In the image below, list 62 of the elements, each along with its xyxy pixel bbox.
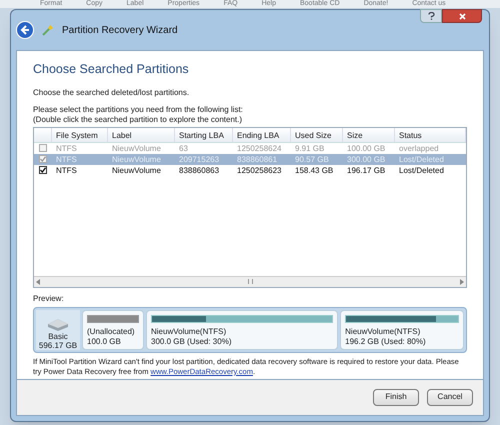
scrollbar-grip-icon <box>248 279 252 284</box>
back-arrow-icon <box>20 25 30 35</box>
help-icon <box>428 12 434 20</box>
table-cell-text: NTFS <box>55 154 78 165</box>
close-icon <box>458 12 466 20</box>
table-cell-text: 158.43 GB <box>294 164 334 176</box>
table-cell-text: 63 <box>178 142 189 154</box>
partition-block[interactable]: (Unallocated) 100.0 GB <box>82 310 144 350</box>
disk-block[interactable]: Basic 596.17 GB <box>36 310 80 350</box>
column-header[interactable]: Size <box>343 128 395 142</box>
table-cell-text: 90.57 GB <box>294 154 330 165</box>
table-cell-text: 300.00 GB <box>346 154 386 165</box>
table-cell-text: overlapped <box>398 142 440 154</box>
table-cell-text: 100.00 GB <box>346 142 386 154</box>
table-cell-text: 838860863 <box>178 164 220 176</box>
partition-block[interactable]: NieuwVolume(NTFS) 300.0 GB (Used: 30%) <box>146 310 338 350</box>
partition-size: 100.0 GB <box>87 336 122 347</box>
table-cell-text: 9.91 GB <box>294 142 326 154</box>
partition-name: NieuwVolume(NTFS) <box>345 326 422 337</box>
instruction-text: Please select the partitions you need from the following list: <box>33 104 244 115</box>
horizontal-scrollbar[interactable] <box>34 276 466 287</box>
table-cell-text: NieuwVolume <box>111 142 162 154</box>
partition-size: 300.0 GB (Used: 30%) <box>151 336 232 347</box>
partition-row[interactable]: NTFS NieuwVolume 838860863 1250258623 158.43 GB 196.17 GB Lost/Deleted <box>34 164 466 176</box>
partition-block[interactable]: NieuwVolume(NTFS) 196.2 GB (Used: 80%) <box>340 310 464 350</box>
help-button[interactable] <box>420 9 442 23</box>
table-cell-text: Lost/Deleted <box>398 154 445 165</box>
intro-text: Choose the searched deleted/lost partitions. <box>33 86 190 99</box>
back-button[interactable] <box>16 21 34 39</box>
table-cell-text: NTFS <box>55 164 78 176</box>
scroll-left-icon[interactable] <box>36 278 40 285</box>
partition-name: (Unallocated) <box>87 326 136 337</box>
table-cell-text: 1250258624 <box>236 142 282 154</box>
table-cell-text: 196.17 GB <box>346 164 386 176</box>
column-header[interactable]: Used Size <box>291 128 343 142</box>
column-header[interactable]: Label <box>108 128 175 142</box>
column-header[interactable]: Status <box>395 128 466 142</box>
dialog-button[interactable]: Finish <box>373 388 419 406</box>
table-cell-text: NTFS <box>55 142 78 154</box>
row-checkbox[interactable] <box>39 166 47 174</box>
wizard-wand-icon <box>42 24 54 36</box>
table-cell-text: 1250258623 <box>236 164 282 176</box>
partition-name: NieuwVolume(NTFS) <box>151 326 228 337</box>
column-header[interactable]: File System <box>52 128 108 142</box>
instruction-text: (Double click the searched partition to explore the content.) <box>33 114 244 125</box>
close-button[interactable] <box>442 9 482 23</box>
page-heading: Choose Searched Partitions <box>33 61 190 78</box>
disk-type: Basic <box>48 332 68 341</box>
table-cell-text: 209715263 <box>178 154 220 165</box>
disk-size: 596.17 GB <box>38 340 78 350</box>
unallocated-bar <box>87 314 139 323</box>
window-title: Partition Recovery Wizard <box>62 24 178 38</box>
column-header[interactable]: Starting LBA <box>175 128 233 142</box>
table-cell-text: Lost/Deleted <box>398 164 445 176</box>
preview-label: Preview: <box>33 292 65 305</box>
table-cell-text: NieuwVolume <box>111 154 162 165</box>
partition-size: 196.2 GB (Used: 80%) <box>345 336 427 347</box>
table-cell-text: NieuwVolume <box>111 164 162 176</box>
column-header[interactable]: Ending LBA <box>233 128 291 142</box>
dialog-button[interactable]: Cancel <box>427 388 473 406</box>
scroll-right-icon[interactable] <box>460 278 464 285</box>
table-cell-text: 838860861 <box>236 154 278 165</box>
